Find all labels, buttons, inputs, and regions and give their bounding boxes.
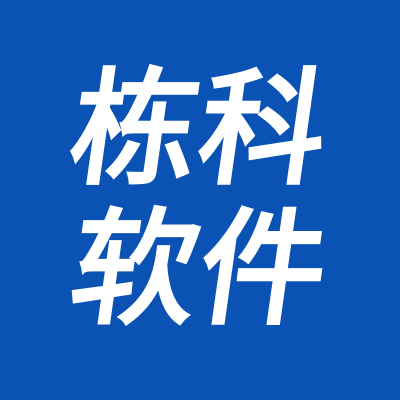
logo-text-line-2: 软件 [61,196,339,343]
brand-logo: 栋科 软件 [0,0,400,400]
logo-text-line-1: 栋科 [61,56,339,203]
